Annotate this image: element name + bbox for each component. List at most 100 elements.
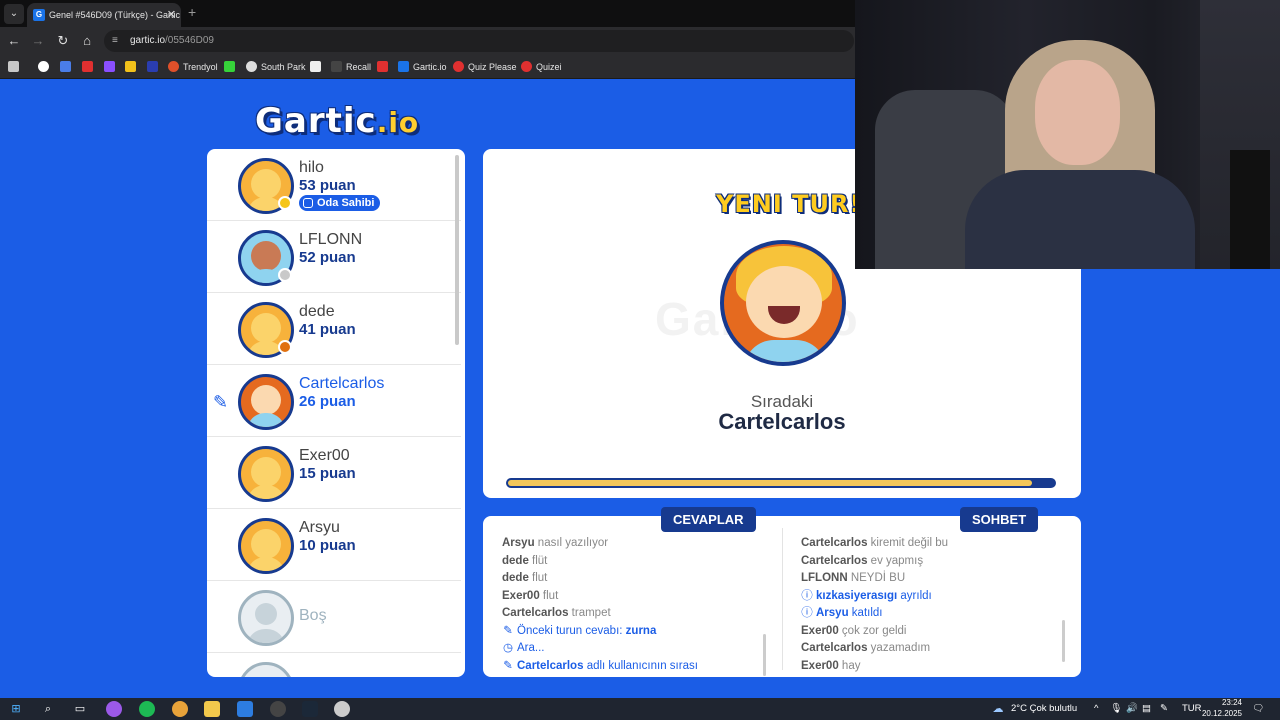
answers-list: Arsyu nasıl yazılıyor dede flüt dede flut E… xyxy=(502,535,698,675)
gartic-favicon-icon: G xyxy=(33,9,45,21)
reload-icon[interactable]: ↻ xyxy=(55,33,71,49)
message: Exer00 çok zor geldi xyxy=(801,624,907,637)
chat-tab[interactable]: SOHBET xyxy=(960,507,1039,532)
new-round-banner: YENI TUR! xyxy=(716,190,862,218)
system-message: ✎ Cartelcarlos adlı kullanıcının sırası xyxy=(502,658,698,676)
player-row[interactable]: Exer00 15 puan xyxy=(207,437,461,509)
youtube-icon[interactable] xyxy=(377,61,388,72)
language-indicator[interactable]: TUR xyxy=(1182,701,1202,717)
players-panel[interactable]: hilo 53 puan Oda Sahibi LFLONN 52 puan d… xyxy=(207,149,465,677)
apps-grid-icon[interactable] xyxy=(8,61,19,72)
mic-icon[interactable]: 🎙 xyxy=(1110,701,1122,717)
x-bookmark[interactable] xyxy=(310,59,325,75)
system-message: ⓘ kızkasiyerasıgı ayrıldı xyxy=(801,588,948,606)
home-icon[interactable]: ⌂ xyxy=(79,33,95,48)
room-owner-badge: Oda Sahibi xyxy=(299,195,381,211)
back-icon[interactable]: ← xyxy=(6,33,22,48)
mail-icon[interactable] xyxy=(237,701,253,717)
windows-taskbar: ⊞ ⌕ ▭ ☁ 2°C Çok bulutlu ^ 🎙 🔊 ▤ ✎ TUR 🗨 xyxy=(0,698,1280,720)
answers-tab[interactable]: CEVAPLAR xyxy=(661,507,756,532)
south-park-icon xyxy=(246,61,257,72)
clock-icon: ◷ xyxy=(502,642,514,654)
empty-avatar-icon xyxy=(238,590,294,646)
empty-player-slot: Boş xyxy=(207,581,461,653)
start-icon[interactable]: ⊞ xyxy=(8,701,24,717)
search-icon[interactable]: ⌕ xyxy=(40,701,56,717)
system-message: ✎ Önceki turun cevabı: zurna xyxy=(502,623,698,641)
google-icon[interactable] xyxy=(38,61,49,72)
bookmark-yellow-icon[interactable] xyxy=(125,61,136,72)
bookmarks-bar: Trendyol South Park Recall Gartic.io Qui… xyxy=(0,55,855,79)
bookmark-quizei[interactable]: Quizei xyxy=(521,59,562,75)
status-dot xyxy=(278,340,292,354)
task-view-icon[interactable]: ▭ xyxy=(72,701,88,717)
player-points: 26 puan xyxy=(299,393,356,410)
message: dede flüt xyxy=(502,554,548,567)
youtube-icon[interactable] xyxy=(82,61,93,72)
copilot-icon[interactable] xyxy=(106,701,122,717)
chat-list: Cartelcarlos kiremit değil bu Cartelcarlo… xyxy=(801,535,948,675)
next-player-avatar xyxy=(720,240,846,366)
youtube-icon xyxy=(453,61,464,72)
close-tab-icon[interactable]: ✕ xyxy=(167,3,176,27)
player-name: Exer00 xyxy=(299,447,350,464)
youtube-icon xyxy=(521,61,532,72)
pen-icon[interactable]: ✎ xyxy=(1160,701,1168,717)
pencil-icon: ✎ xyxy=(213,392,229,412)
bookmark-blue-icon[interactable] xyxy=(147,61,158,72)
chrome-icon[interactable] xyxy=(172,701,188,717)
bookmark-quiz-please[interactable]: Quiz Please xyxy=(453,59,517,75)
empty-slot-label: Boş xyxy=(299,607,327,624)
message: Exer00 hay xyxy=(801,659,861,672)
site-info-icon[interactable]: ≡ xyxy=(112,30,118,52)
chat-scrollbar[interactable] xyxy=(1062,620,1065,662)
message: LFLONN NEYDİ BU xyxy=(801,572,906,584)
browser-tab[interactable]: G Genel #546D09 (Türkçe) - Gartic ✕ xyxy=(27,3,181,27)
answers-scrollbar[interactable] xyxy=(763,634,766,676)
address-bar-row: ← → ↻ ⌂ ≡ gartic.io/05546D09 xyxy=(0,27,855,55)
player-row[interactable]: hilo 53 puan Oda Sahibi xyxy=(207,149,461,221)
player-name: dede xyxy=(299,303,335,320)
file-explorer-icon[interactable] xyxy=(204,701,220,717)
message: dede flut xyxy=(502,572,548,584)
owner-icon xyxy=(303,198,313,208)
tray-chevron-icon[interactable]: ^ xyxy=(1094,701,1098,717)
player-row[interactable]: Arsyu 10 puan xyxy=(207,509,461,581)
spotify-icon[interactable] xyxy=(139,701,155,717)
forward-icon[interactable]: → xyxy=(30,33,46,48)
weather-icon[interactable]: ☁ xyxy=(990,701,1006,717)
player-name: hilo xyxy=(299,159,324,176)
bookmark-trendyol[interactable]: Trendyol xyxy=(168,59,218,75)
message: Cartelcarlos ev yapmış xyxy=(801,554,924,567)
players-scrollbar[interactable] xyxy=(455,155,459,345)
new-tab-icon[interactable]: + xyxy=(188,4,196,20)
translate-icon[interactable] xyxy=(60,61,71,72)
url-field[interactable]: ≡ gartic.io/05546D09 xyxy=(104,30,854,52)
bookmark-recall[interactable]: Recall xyxy=(331,59,371,75)
player-points: 53 puan xyxy=(299,177,356,194)
kick-icon[interactable] xyxy=(224,61,235,72)
bookmark-south-park[interactable]: South Park xyxy=(246,59,306,75)
weather-text[interactable]: 2°C Çok bulutlu xyxy=(1011,701,1077,717)
steam-icon[interactable] xyxy=(302,701,318,717)
obs-icon[interactable] xyxy=(270,701,286,717)
network-icon[interactable]: ▤ xyxy=(1142,701,1151,717)
bookmark-gartic[interactable]: Gartic.io xyxy=(398,59,447,75)
tab-search-chevron-icon[interactable]: ⌄ xyxy=(4,4,24,24)
twitch-icon[interactable] xyxy=(104,61,115,72)
status-dot xyxy=(278,268,292,282)
recall-icon xyxy=(331,61,342,72)
message: Cartelcarlos yazamadım xyxy=(801,642,931,654)
message: Cartelcarlos kiremit değil bu xyxy=(801,537,949,549)
round-timer-fill xyxy=(508,480,1033,486)
player-row-active[interactable]: Cartelcarlos 26 puan xyxy=(207,365,461,437)
message: Exer00 flut xyxy=(502,589,559,602)
clock[interactable]: 23:24 20.12.2025 xyxy=(1200,697,1242,719)
x-icon xyxy=(310,61,321,72)
app-icon[interactable] xyxy=(334,701,350,717)
volume-icon[interactable]: 🔊 xyxy=(1126,701,1138,717)
notifications-icon[interactable]: 🗨 xyxy=(1252,701,1264,717)
player-row[interactable]: dede 41 puan xyxy=(207,293,461,365)
clock-time: 23:24 xyxy=(1221,698,1242,707)
player-row[interactable]: LFLONN 52 puan xyxy=(207,221,461,293)
